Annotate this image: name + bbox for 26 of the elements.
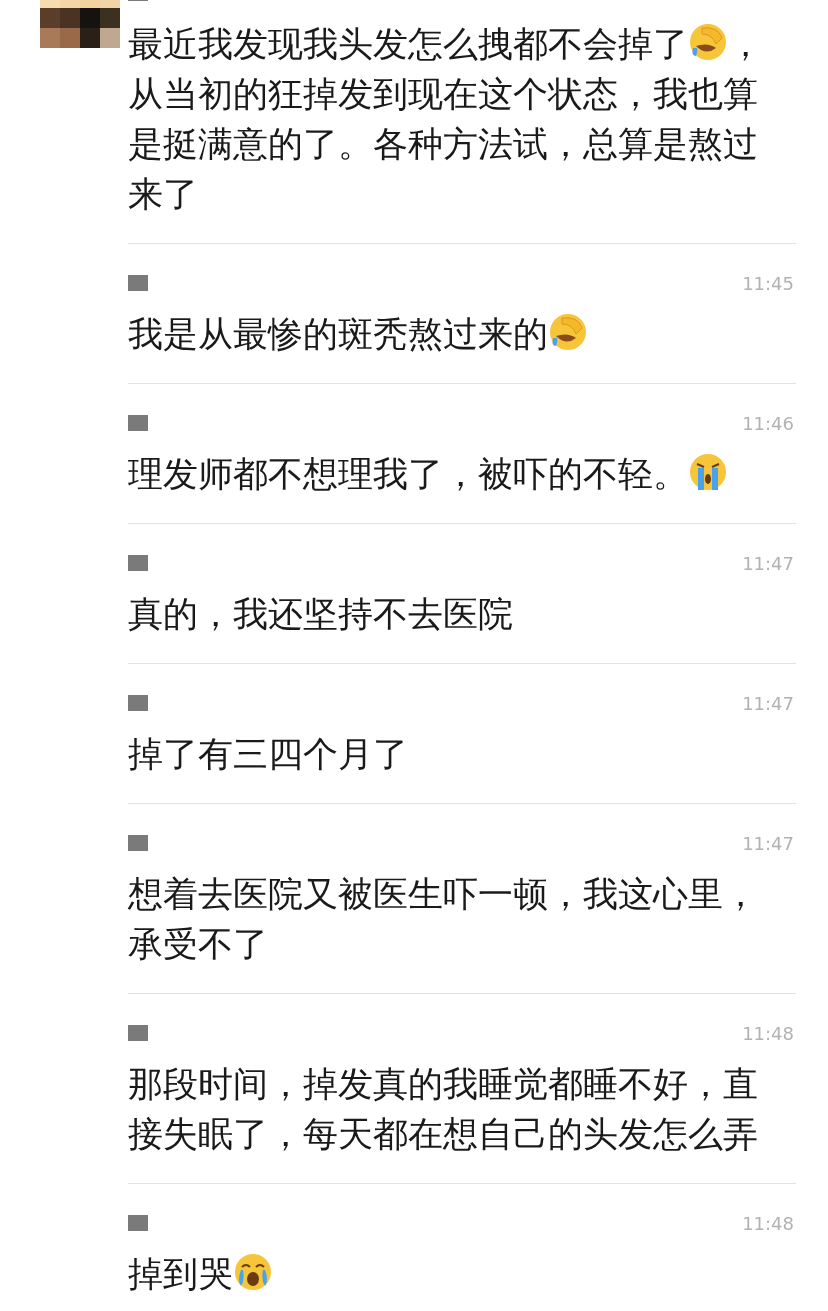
message-time: 11:47 <box>742 551 795 576</box>
message-text: 我是从最惨的斑秃熬过来的 <box>128 309 768 359</box>
message-text: 那段时间，掉发真的我睡觉都睡不好，直接失眠了，每天都在想自己的头发怎么弄 <box>128 1063 759 1156</box>
crying-face-icon <box>688 452 728 492</box>
redacted-name <box>128 1215 148 1231</box>
message-text: 理发师都不想理我了，被吓的不轻。 <box>128 449 768 499</box>
redacted-name <box>128 415 148 431</box>
message-time: 11:48 <box>742 1021 795 1046</box>
message-time: 11:47 <box>742 831 795 856</box>
sobbing-face-icon <box>233 1252 273 1292</box>
message-text: 掉到哭 <box>128 1249 768 1299</box>
message-text: 真的，我还坚持不去医院 <box>128 593 514 636</box>
redacted-name <box>128 835 148 851</box>
redacted-name <box>128 555 148 571</box>
message-time: 11:48 <box>742 1211 795 1236</box>
message-time: 11:47 <box>742 691 795 716</box>
message-text: 最近我发现我头发怎么拽都不会掉了 ，从当初的狂掉发到现在这个状态，我也算是挺满意的了。各种方法试，总算是熬过来了 <box>128 21 764 216</box>
message-text: 想着去医院又被医生吓一顿，我这心里，承受不了 <box>128 873 759 966</box>
laughing-face-icon <box>548 312 588 352</box>
message-time: 11:46 <box>742 411 795 436</box>
redacted-name <box>128 275 148 291</box>
redacted-name <box>128 695 148 711</box>
message-time: 11:45 <box>742 271 795 296</box>
laughing-face-icon <box>688 22 728 62</box>
message-text: 掉了有三四个月了 <box>128 733 409 776</box>
redacted-name <box>128 1025 148 1041</box>
